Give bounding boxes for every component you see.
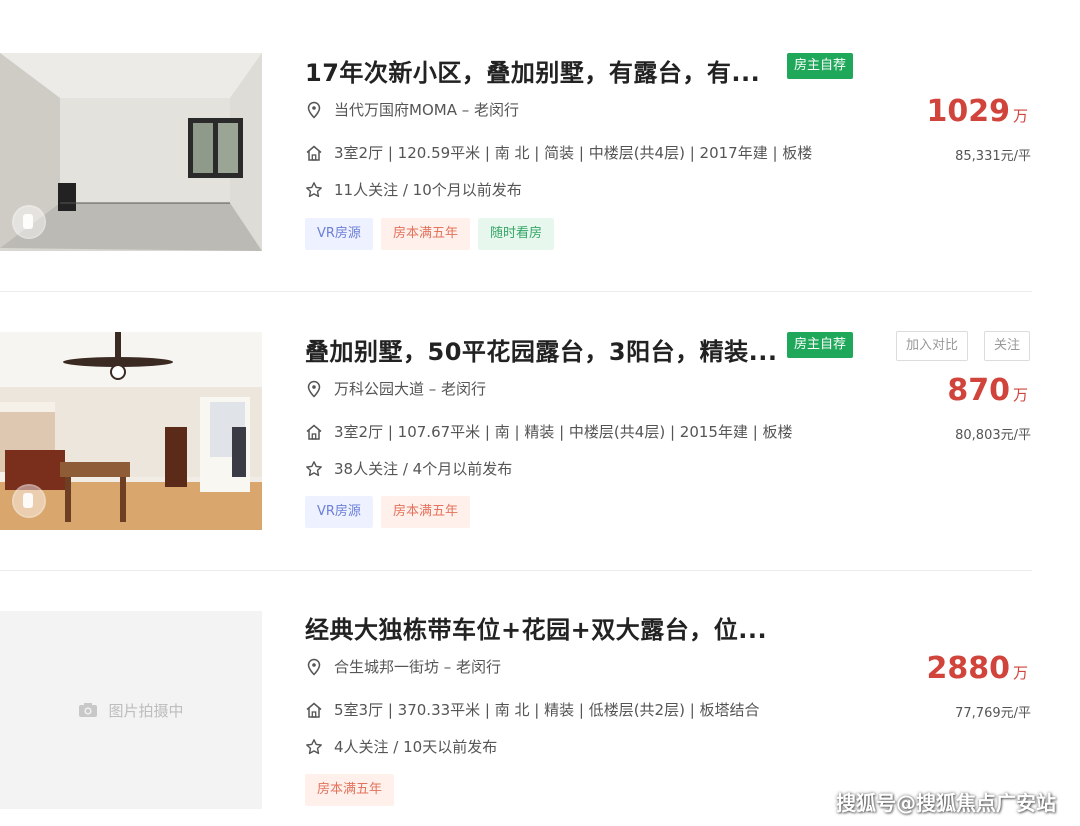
price-unit: 万 [1012, 107, 1028, 125]
tag-five-years: 房本满五年 [380, 218, 470, 250]
star-icon [305, 181, 323, 199]
follow-text: 4人关注 / 10天以前发布 [334, 738, 498, 756]
tag-vr: VR房源 [305, 496, 373, 528]
owner-recommend-badge: 房主自荐 [787, 332, 854, 358]
listing-photo[interactable] [0, 53, 262, 251]
location-row: 合生城邦一街坊 – 老闵行 [305, 656, 501, 677]
vr-icon [14, 486, 44, 516]
tag-five-years: 房本满五年 [305, 774, 395, 806]
location-pin-icon [305, 658, 323, 676]
follow-text: 11人关注 / 10个月以前发布 [334, 181, 522, 199]
specs-row: 3室2厅 | 120.59平米 | 南 北 | 简装 | 中楼层(共4层) | … [305, 142, 812, 163]
location-text[interactable]: 当代万国府MOMA – 老闵行 [334, 99, 519, 120]
specs-text: 3室2厅 | 120.59平米 | 南 北 | 简装 | 中楼层(共4层) | … [334, 144, 813, 162]
follow-row: 4人关注 / 10天以前发布 [305, 736, 497, 757]
house-icon [305, 423, 323, 441]
price-number: 1029 [926, 94, 1010, 129]
vr-icon [14, 207, 44, 237]
listing-title[interactable]: 经典大独栋带车位+花园+双大露台，位... [305, 610, 767, 645]
specs-text: 5室3厅 | 370.33平米 | 南 北 | 精装 | 低楼层(共2层) | … [334, 701, 760, 719]
listing-photo[interactable] [0, 332, 262, 530]
specs-row: 3室2厅 | 107.67平米 | 南 | 精装 | 中楼层(共4层) | 20… [305, 421, 793, 442]
location-row: 万科公园大道 – 老闵行 [305, 378, 486, 399]
listing-photo-placeholder[interactable]: 图片拍摄中 [0, 611, 262, 809]
total-price: 2880 万 [926, 651, 1028, 686]
listing-card-2[interactable]: 叠加别墅，50平花园露台，3阳台，精装... 房主自荐 加入对比 关注 万科公园… [0, 292, 1080, 570]
price-unit: 万 [1012, 386, 1028, 404]
listing-card-1[interactable]: 17年次新小区，叠加别墅，有露台，有... 房主自荐 当代万国府MOMA – 老… [0, 0, 1080, 290]
tag-five-years: 房本满五年 [380, 496, 470, 528]
listing-title[interactable]: 17年次新小区，叠加别墅，有露台，有... [305, 53, 760, 88]
add-compare-button[interactable]: 加入对比 [896, 331, 969, 361]
tag-list: VR房源 房本满五年 [305, 496, 470, 528]
placeholder-text: 图片拍摄中 [108, 701, 184, 720]
follow-row: 38人关注 / 4个月以前发布 [305, 458, 512, 479]
unit-price: 80,803元/平 [955, 428, 1031, 443]
price-number: 2880 [926, 651, 1010, 686]
tag-anytime-viewing: 随时看房 [477, 218, 554, 250]
location-row: 当代万国府MOMA – 老闵行 [305, 99, 519, 120]
follow-button[interactable]: 关注 [984, 331, 1031, 361]
specs-text: 3室2厅 | 107.67平米 | 南 | 精装 | 中楼层(共4层) | 20… [334, 423, 793, 441]
follow-text: 38人关注 / 4个月以前发布 [334, 460, 513, 478]
camera-icon [79, 703, 98, 717]
total-price: 1029 万 [926, 94, 1028, 129]
price-number: 870 [947, 373, 1010, 408]
specs-row: 5室3厅 | 370.33平米 | 南 北 | 精装 | 低楼层(共2层) | … [305, 699, 760, 720]
tag-list: VR房源 房本满五年 随时看房 [305, 218, 554, 250]
location-pin-icon [305, 101, 323, 119]
star-icon [305, 738, 323, 756]
tag-vr: VR房源 [305, 218, 373, 250]
total-price: 870 万 [947, 373, 1028, 408]
unit-price: 77,769元/平 [955, 706, 1031, 721]
tag-list: 房本满五年 [305, 774, 395, 806]
listing-title[interactable]: 叠加别墅，50平花园露台，3阳台，精装... [305, 332, 777, 367]
house-icon [305, 701, 323, 719]
location-text[interactable]: 万科公园大道 – 老闵行 [334, 378, 486, 399]
unit-price: 85,331元/平 [955, 149, 1031, 164]
star-icon [305, 460, 323, 478]
location-pin-icon [305, 380, 323, 398]
house-icon [305, 144, 323, 162]
owner-recommend-badge: 房主自荐 [787, 53, 854, 79]
watermark: 搜狐号@搜狐焦点广安站 [836, 791, 1056, 815]
follow-row: 11人关注 / 10个月以前发布 [305, 179, 522, 200]
location-text[interactable]: 合生城邦一街坊 – 老闵行 [334, 656, 501, 677]
price-unit: 万 [1012, 664, 1028, 682]
